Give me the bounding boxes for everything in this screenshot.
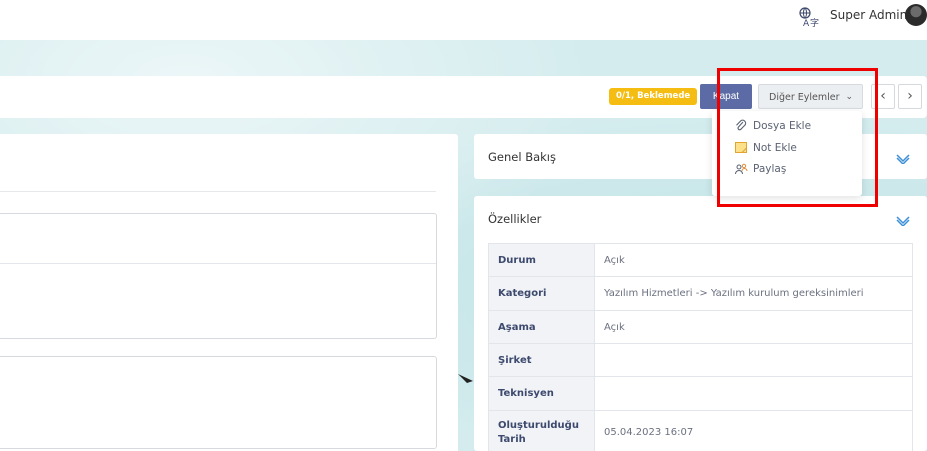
menu-item-label: Dosya Ekle bbox=[753, 120, 812, 132]
table-row: Şirket bbox=[488, 343, 913, 377]
property-value bbox=[594, 343, 913, 377]
table-row: Aşama Açık bbox=[488, 310, 913, 344]
menu-item-add-note[interactable]: Not Ekle bbox=[734, 140, 797, 156]
divider bbox=[0, 191, 436, 192]
property-value: 05.04.2023 16:07 bbox=[594, 410, 913, 451]
property-value: Yazılım Hizmetleri -> Yazılım kurulum ge… bbox=[594, 276, 913, 311]
menu-item-label: Paylaş bbox=[753, 163, 787, 175]
avatar[interactable] bbox=[905, 4, 927, 26]
overview-title: Genel Bakış bbox=[488, 150, 556, 164]
table-row: Teknisyen bbox=[488, 376, 913, 411]
property-key: Kategori bbox=[488, 276, 595, 311]
property-value: Açık bbox=[594, 310, 913, 344]
close-button[interactable]: Kapat bbox=[700, 84, 752, 109]
property-key: Oluşturulduğu Tarih bbox=[488, 410, 595, 451]
property-key: Durum bbox=[488, 243, 595, 277]
table-row: Kategori Yazılım Hizmetleri -> Yazılım k… bbox=[488, 276, 913, 311]
top-bar bbox=[0, 0, 927, 40]
comment-box[interactable] bbox=[0, 356, 437, 449]
properties-title: Özellikler bbox=[488, 212, 542, 226]
table-row: Oluşturulduğu Tarih 05.04.2023 16:07 bbox=[488, 410, 913, 451]
chevron-down-icon[interactable] bbox=[896, 154, 910, 164]
svg-text:A: A bbox=[803, 19, 810, 28]
menu-item-share[interactable]: Paylaş bbox=[734, 161, 786, 177]
property-key: Teknisyen bbox=[488, 376, 595, 411]
status-badge: 0/1, Beklemede bbox=[609, 88, 698, 105]
more-actions-label: Diğer Eylemler bbox=[769, 92, 840, 103]
previous-button[interactable]: ‹ bbox=[871, 84, 895, 109]
more-actions-button[interactable]: Diğer Eylemler ⌄ bbox=[758, 84, 863, 109]
chevron-down-icon: ⌄ bbox=[845, 92, 853, 102]
menu-item-add-file[interactable]: Dosya Ekle bbox=[734, 118, 811, 134]
user-name[interactable]: Super Admin bbox=[830, 8, 907, 22]
properties-table: Durum Açık Kategori Yazılım Hizmetleri -… bbox=[488, 243, 913, 451]
chevron-down-icon[interactable] bbox=[896, 216, 910, 226]
description-box[interactable] bbox=[0, 213, 437, 339]
property-value: Açık bbox=[594, 243, 913, 277]
table-row: Durum Açık bbox=[488, 243, 913, 277]
share-users-icon bbox=[735, 163, 748, 175]
note-icon bbox=[735, 142, 747, 153]
paperclip-icon bbox=[736, 119, 747, 131]
divider bbox=[0, 263, 436, 264]
property-key: Aşama bbox=[488, 310, 595, 344]
svg-text:字: 字 bbox=[810, 17, 819, 28]
next-button[interactable]: › bbox=[898, 84, 922, 109]
translate-icon[interactable]: A 字 bbox=[798, 6, 820, 28]
property-key: Şirket bbox=[488, 343, 595, 377]
menu-item-label: Not Ekle bbox=[753, 142, 797, 154]
property-value bbox=[594, 376, 913, 411]
